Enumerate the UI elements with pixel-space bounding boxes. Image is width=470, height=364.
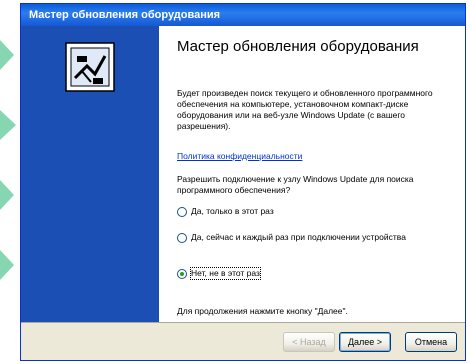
- radio-yes-this-time[interactable]: [177, 207, 187, 217]
- page-title: Мастер обновления оборудования: [177, 38, 419, 55]
- wizard-side-panel: [21, 26, 159, 322]
- cancel-button[interactable]: Отмена: [405, 332, 457, 352]
- back-button[interactable]: < Назад: [283, 332, 335, 352]
- radio-yes-always[interactable]: [177, 233, 187, 243]
- continue-instruction: Для продолжения нажмите кнопку "Далее".: [177, 306, 348, 316]
- option-no-not-this-time[interactable]: Нет, не в этот раз: [177, 267, 261, 280]
- connect-question: Разрешить подключение к узлу Windows Upd…: [177, 174, 414, 195]
- option-yes-always-label: Да, сейчас и каждый раз при подключении …: [191, 232, 406, 242]
- privacy-policy-link[interactable]: Политика конфиденциальности: [177, 151, 302, 161]
- option-yes-always[interactable]: Да, сейчас и каждый раз при подключении …: [177, 232, 441, 243]
- hardware-update-wizard-window: Мастер обновления оборудования Мастер об…: [20, 3, 466, 361]
- window-title[interactable]: Мастер обновления оборудования: [21, 4, 465, 26]
- option-yes-this-time[interactable]: Да, только в этот раз: [177, 206, 441, 217]
- hardware-wizard-icon: [65, 42, 115, 92]
- button-bar: < Назад Далее > Отмена: [21, 322, 465, 360]
- intro-text: Будет произведен поиск текущего и обновл…: [177, 88, 433, 131]
- next-button[interactable]: Далее >: [339, 332, 391, 352]
- radio-no-not-this-time[interactable]: [177, 269, 187, 279]
- wizard-content: Мастер обновления оборудования Будет про…: [159, 26, 465, 322]
- option-no-not-this-time-label: Нет, не в этот раз: [190, 267, 261, 280]
- option-yes-this-time-label: Да, только в этот раз: [191, 206, 274, 216]
